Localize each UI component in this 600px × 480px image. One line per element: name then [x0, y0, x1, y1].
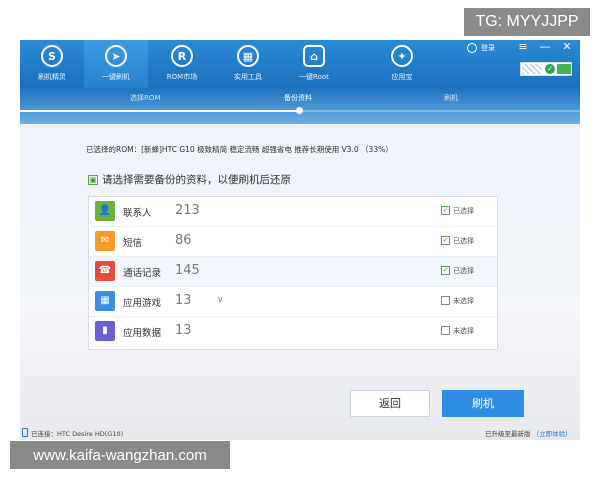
nav-item-one-click-root[interactable]: ⌂ 一键Root	[282, 40, 346, 88]
toggle-bar	[557, 64, 571, 74]
step-progress-line-current	[220, 110, 300, 112]
nav-label: 实用工具	[234, 73, 262, 81]
item-status: 已选择	[453, 237, 474, 245]
selected-rom-text: 已选择的ROM：[新蜂]HTC G10 极致精简 稳定流畅 超强省电 推荐长期使…	[86, 145, 393, 154]
step-flash: 刷机	[444, 94, 458, 102]
item-status: 未选择	[453, 327, 474, 335]
step-select-rom: 选择ROM	[130, 94, 161, 102]
item-checkbox[interactable]: ✓	[441, 236, 450, 245]
close-button[interactable]: ✕	[558, 40, 576, 54]
flash-button[interactable]: 刷机	[442, 390, 524, 417]
rom-market-icon: R	[171, 45, 193, 67]
device-status: 已连接：HTC Desire HD(G10)	[31, 430, 124, 438]
wizard-steps: 选择ROM 备份资料 刷机	[20, 88, 580, 124]
skin-toggle[interactable]: ✓	[520, 62, 572, 76]
item-count: 213	[175, 203, 200, 218]
update-link-text[interactable]: 立即体验	[539, 430, 565, 438]
phone-icon	[22, 428, 28, 437]
nav-label: ROM市场	[166, 73, 198, 81]
item-count: 13	[175, 293, 192, 308]
sms-icon: ✉	[95, 231, 115, 251]
root-icon: ⌂	[303, 45, 325, 67]
login-button[interactable]: 登录	[467, 43, 495, 53]
item-status: 已选择	[453, 267, 474, 275]
step-progress-line-pending	[300, 110, 580, 112]
menu-icon[interactable]: ≡	[514, 40, 532, 54]
list-item-call-log[interactable]: ☎ 通话记录 145 ✓ 已选择	[89, 257, 497, 287]
contact-icon: 👤	[95, 201, 115, 221]
call-log-icon: ☎	[95, 261, 115, 281]
info-check-icon: ▣	[88, 174, 98, 185]
nav-label: 应用宝	[391, 73, 413, 81]
nav-label: 刷机精灵	[38, 73, 66, 81]
item-label: 短信	[123, 238, 143, 249]
backup-list: 👤 联系人 213 ✓ 已选择 ✉ 短信 86 ✓ 已选择 ☎ 通话记录 145…	[88, 196, 498, 350]
cursor-click-icon: ➤	[105, 45, 127, 67]
item-count: 13	[175, 323, 192, 338]
update-status-text: 已升级至最新版	[485, 430, 531, 438]
backup-prompt: ▣ 请选择需要备份的资料，以便刷机后还原	[88, 172, 291, 187]
step-current-dot	[296, 107, 303, 114]
flash-wizard-window: S 刷机精灵 ➤ 一键刷机 R ROM市场 ▦ 实用工具 ⌂ 一键Root ✦ …	[20, 40, 580, 440]
item-count: 86	[175, 233, 192, 248]
nav-item-app-store[interactable]: ✦ 应用宝	[370, 40, 434, 88]
item-checkbox[interactable]: ✓	[441, 266, 450, 275]
nav-item-tools[interactable]: ▦ 实用工具	[216, 40, 280, 88]
nav-item-one-click-flash[interactable]: ➤ 一键刷机	[84, 40, 148, 88]
nav-item-rom-market[interactable]: R ROM市场	[150, 40, 214, 88]
list-item-apps-games[interactable]: ▦ 应用游戏 13 ∨ 未选择	[89, 287, 497, 317]
backup-prompt-text: 请选择需要备份的资料，以便刷机后还原	[102, 174, 291, 186]
item-checkbox[interactable]	[441, 326, 450, 335]
user-icon	[467, 43, 477, 53]
step-backup: 备份资料	[284, 94, 312, 102]
status-bar: 已连接：HTC Desire HD(G10) 已升级至最新版 （立即体验）	[20, 425, 580, 440]
nav-label: 一键刷机	[102, 73, 130, 81]
watermark-bottom: www.kaifa-wangzhan.com	[10, 441, 230, 469]
item-status: 已选择	[453, 207, 474, 215]
nav-item-flash-genie[interactable]: S 刷机精灵	[20, 40, 84, 88]
update-link[interactable]: （立即体验）	[533, 430, 572, 438]
shield-s-icon: S	[41, 45, 63, 67]
item-checkbox[interactable]	[441, 296, 450, 305]
list-item-app-data[interactable]: ▮ 应用数据 13 未选择	[89, 317, 497, 347]
app-data-icon: ▮	[95, 321, 115, 341]
item-label: 应用数据	[123, 328, 162, 339]
apps-games-icon: ▦	[95, 291, 115, 311]
back-button[interactable]: 返回	[350, 390, 430, 417]
item-checkbox[interactable]: ✓	[441, 206, 450, 215]
list-item-contacts[interactable]: 👤 联系人 213 ✓ 已选择	[89, 197, 497, 227]
item-count: 145	[175, 263, 200, 278]
update-status: 已升级至最新版 （立即体验）	[485, 428, 572, 438]
step-progress-line-done	[20, 110, 220, 112]
toggle-knob: ✓	[545, 64, 555, 74]
list-item-sms[interactable]: ✉ 短信 86 ✓ 已选择	[89, 227, 497, 257]
app-store-icon: ✦	[391, 45, 413, 67]
nav-label: 一键Root	[299, 73, 329, 81]
login-label: 登录	[481, 44, 495, 52]
item-label: 通话记录	[123, 268, 162, 279]
item-label: 应用游戏	[123, 298, 162, 309]
watermark-top: TG: MYYJJPP	[464, 8, 590, 36]
toggle-track	[522, 64, 542, 74]
top-nav-bar: S 刷机精灵 ➤ 一键刷机 R ROM市场 ▦ 实用工具 ⌂ 一键Root ✦ …	[20, 40, 580, 88]
chevron-down-icon[interactable]: ∨	[217, 295, 224, 305]
minimize-button[interactable]: —	[536, 40, 554, 54]
item-status: 未选择	[453, 297, 474, 305]
item-label: 联系人	[123, 208, 152, 219]
toolbox-icon: ▦	[237, 45, 259, 67]
